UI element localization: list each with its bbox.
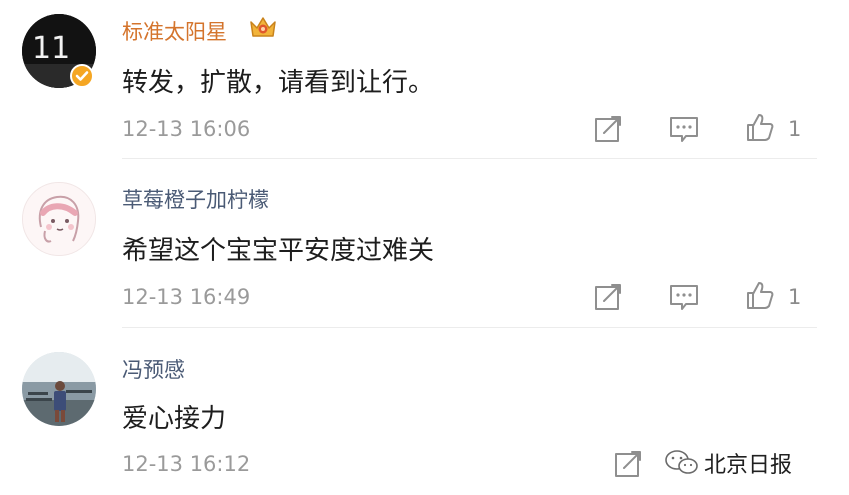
- comment-item: 草莓橙子加柠檬 希望这个宝宝平安度过难关 12-13 16:49 1: [0, 160, 849, 330]
- timestamp: 12-13 16:49: [122, 285, 251, 309]
- comment-item: 11 标准太阳星 转发，扩散，请看到让行。 12-13 16:06 1: [0, 0, 849, 160]
- comment-icon[interactable]: [668, 113, 700, 145]
- divider: [122, 327, 817, 328]
- comment-text: 转发，扩散，请看到让行。: [122, 68, 435, 98]
- like-icon[interactable]: [744, 111, 776, 143]
- crown-icon: [250, 17, 276, 37]
- repost-icon[interactable]: [592, 113, 624, 145]
- wechat-icon: [665, 450, 698, 474]
- avatar[interactable]: [22, 182, 96, 256]
- avatar[interactable]: [22, 352, 96, 426]
- repost-icon[interactable]: [592, 281, 624, 313]
- timestamp: 12-13 16:12: [122, 452, 251, 476]
- like-icon[interactable]: [744, 279, 776, 311]
- avatar-label: 11: [32, 31, 70, 66]
- username[interactable]: 冯预感: [122, 354, 185, 384]
- like-count: 1: [788, 285, 802, 309]
- like-count: 1: [788, 117, 802, 141]
- repost-icon[interactable]: [612, 448, 644, 480]
- username[interactable]: 标准太阳星: [122, 16, 227, 46]
- watermark: 北京日报: [664, 446, 792, 480]
- verified-badge-icon: [70, 64, 94, 88]
- watermark-text: 北京日报: [704, 453, 793, 478]
- comment-text: 爱心接力: [122, 404, 227, 434]
- timestamp: 12-13 16:06: [122, 117, 251, 141]
- divider: [122, 158, 817, 159]
- comment-icon[interactable]: [668, 281, 700, 313]
- username[interactable]: 草莓橙子加柠檬: [122, 184, 269, 214]
- comment-text: 希望这个宝宝平安度过难关: [122, 236, 435, 266]
